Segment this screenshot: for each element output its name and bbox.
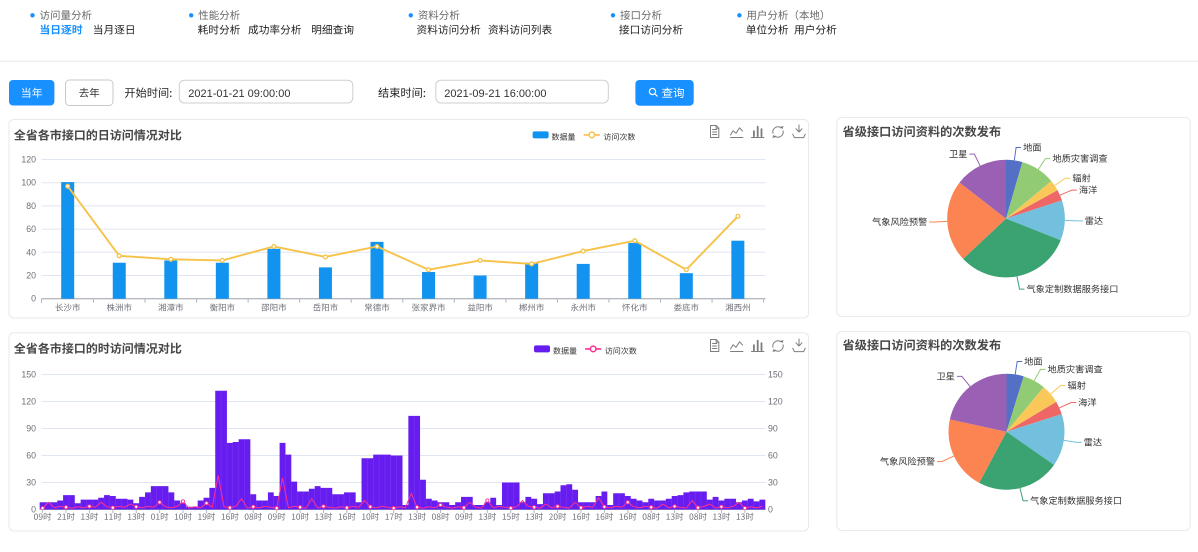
- svg-text:150: 150: [768, 370, 783, 380]
- svg-text:0: 0: [31, 294, 36, 304]
- svg-text:120: 120: [21, 397, 36, 407]
- svg-text:80: 80: [26, 201, 36, 211]
- svg-text:0: 0: [768, 505, 773, 515]
- svg-text:60: 60: [26, 224, 36, 234]
- svg-text:30: 30: [26, 478, 36, 488]
- svg-text:90: 90: [26, 424, 36, 434]
- svg-text:20: 20: [26, 271, 36, 281]
- svg-text:0: 0: [31, 505, 36, 515]
- svg-text:30: 30: [768, 478, 778, 488]
- svg-text:2021-09-21 16:00:00: 2021-09-21 16:00:00: [444, 88, 546, 100]
- svg-text:90: 90: [768, 424, 778, 434]
- svg-text:150: 150: [21, 370, 36, 380]
- svg-text:60: 60: [768, 451, 778, 461]
- svg-text:100: 100: [21, 178, 36, 188]
- svg-text:60: 60: [26, 451, 36, 461]
- svg-text:120: 120: [21, 155, 36, 165]
- svg-text:2021-01-21 09:00:00: 2021-01-21 09:00:00: [188, 88, 290, 100]
- svg-text:120: 120: [768, 397, 783, 407]
- svg-text:40: 40: [26, 247, 36, 257]
